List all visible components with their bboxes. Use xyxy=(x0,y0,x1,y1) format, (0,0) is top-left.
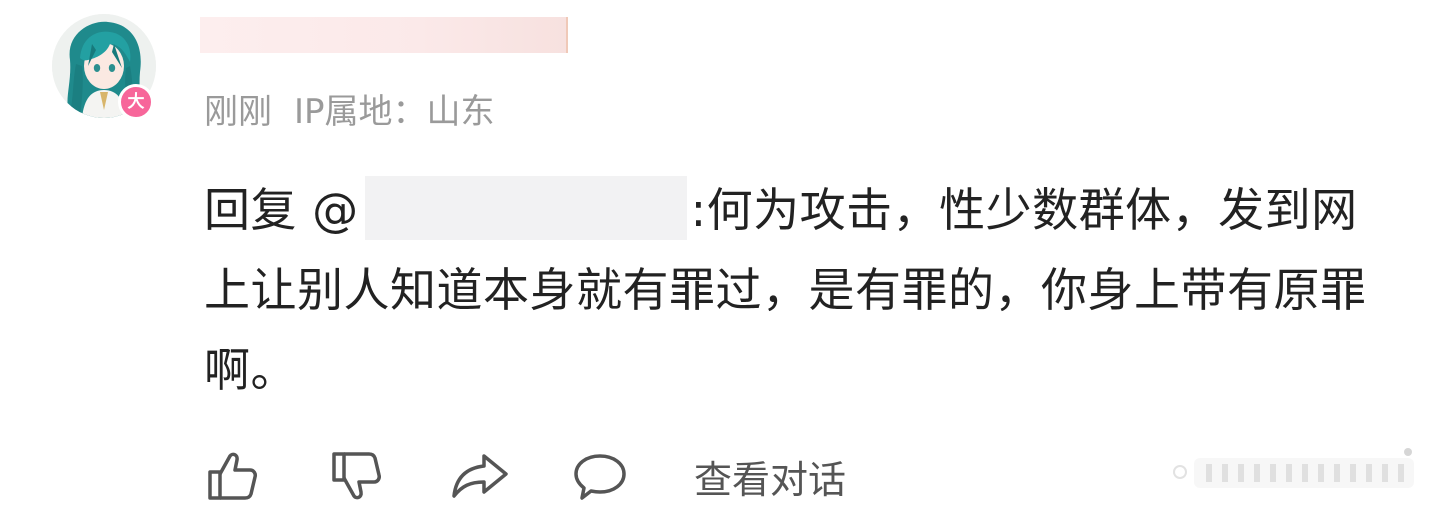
mention-redacted[interactable] xyxy=(364,176,687,240)
thumbs-up-icon xyxy=(208,452,257,500)
dislike-button[interactable] xyxy=(328,448,384,504)
watermark-graphic xyxy=(1173,448,1414,488)
comment-card: 大 刚刚 IP属地：山东 回复 @:何为攻击，性少数群体，发到网上让别人知道本身就… xyxy=(0,0,1440,520)
view-conversation-link[interactable]: 查看对话 xyxy=(694,449,846,504)
speech-bubble-icon xyxy=(574,454,626,500)
share-button[interactable] xyxy=(450,448,510,504)
action-bar: 查看对话 xyxy=(204,446,846,506)
comment-body: 回复 @:何为攻击，性少数群体，发到网上让别人知道本身就有罪过，是有罪的，你身上… xyxy=(204,170,1374,410)
reply-button[interactable] xyxy=(572,448,628,504)
like-button[interactable] xyxy=(204,448,260,504)
reply-prefix: 回复 @ xyxy=(204,183,359,237)
comment-meta: 刚刚 IP属地：山东 xyxy=(204,84,495,133)
watermark xyxy=(1170,444,1420,500)
avatar-container[interactable]: 大 xyxy=(52,14,156,120)
avatar-badge: 大 xyxy=(118,84,154,120)
share-arrow-icon xyxy=(452,454,508,498)
ip-location: IP属地：山东 xyxy=(294,92,495,132)
thumbs-down-icon xyxy=(332,452,381,500)
username-redacted[interactable] xyxy=(200,17,568,53)
comment-time: 刚刚 xyxy=(204,92,272,132)
